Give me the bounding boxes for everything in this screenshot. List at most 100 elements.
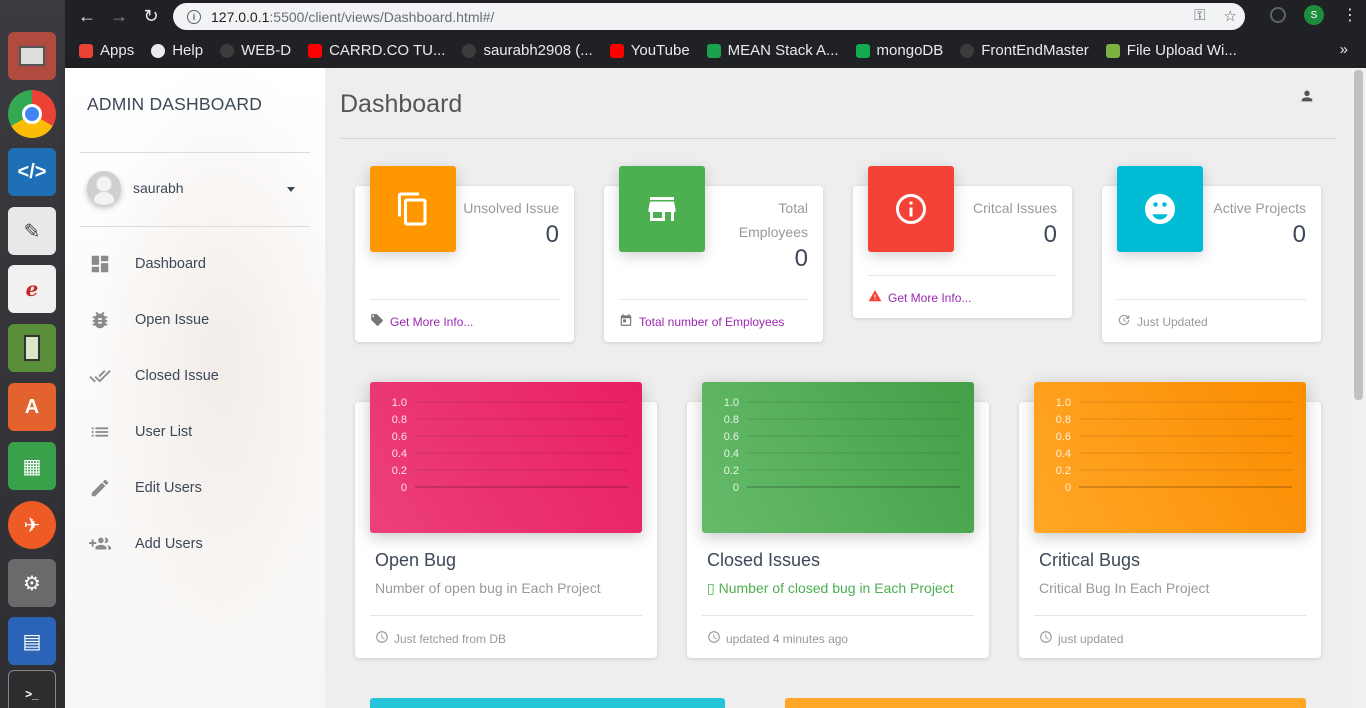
calendar-icon [619, 313, 633, 330]
bookmark-item[interactable]: YouTube [609, 42, 690, 59]
main-content: Dashboard Unsolved Issue 0 Get More Info..… [325, 68, 1351, 708]
avatar [87, 171, 121, 205]
chart-subtitle: ▯ Number of closed bug in Each Project [707, 580, 954, 597]
stat-footer: Just Updated [1117, 299, 1306, 330]
tag-icon [370, 313, 384, 330]
mongodb-leaf-icon [855, 43, 870, 58]
mobile-app-icon[interactable] [6, 322, 58, 374]
chart-card: 1.0 0.8 0.6 0.4 0.2 0 Open Bug Number of open b… [355, 382, 657, 658]
chart-footer: just updated [1034, 615, 1306, 647]
bookmark-label: MEAN Stack A... [727, 42, 839, 59]
stat-card: Unsolved Issue 0 Get More Info... [355, 166, 574, 342]
text-editor-app-icon[interactable]: ✎ [6, 205, 58, 257]
chart-footer-text: just updated [1058, 631, 1124, 646]
bookmark-label: WEB-D [241, 42, 292, 59]
bookmark-label: Help [172, 42, 204, 59]
sidebar-item-label: User List [135, 424, 193, 440]
bookmark-item[interactable]: CARRD.CO TU... [308, 42, 445, 59]
chart-tick-label: 0.2 [724, 465, 739, 477]
stat-card: Critcal Issues 0 Get More Info... [853, 166, 1072, 318]
chart-title: Critical Bugs [1039, 550, 1141, 570]
chart-tick-label: 1.0 [392, 397, 407, 409]
bookmark-item[interactable]: MEAN Stack A... [706, 42, 839, 59]
bookmark-item[interactable]: File Upload Wi... [1105, 42, 1237, 59]
software-center-app-icon[interactable]: A [6, 381, 58, 433]
group-add-icon [87, 533, 113, 555]
sidebar-item-edit-users[interactable]: Edit Users [87, 470, 307, 506]
page-scrollbar[interactable] [1351, 68, 1366, 708]
face-icon [1117, 166, 1203, 252]
bookmark-item[interactable]: Help [151, 42, 203, 59]
back-icon[interactable]: ← [71, 1, 103, 33]
extension-icon[interactable] [1270, 7, 1286, 23]
chart-footer-text: updated 4 minutes ago [726, 631, 849, 646]
scrollbar-thumb[interactable] [1354, 70, 1363, 400]
chart-header: 1.0 0.8 0.6 0.4 0.2 0 [1034, 382, 1306, 533]
sidebar-item-dashboard[interactable]: Dashboard [87, 246, 307, 282]
info-icon [868, 166, 954, 252]
chart-card: 1.0 0.8 0.6 0.4 0.2 0 Closed Issues ▯ Number of… [687, 382, 989, 658]
sidebar-item-closed-issue[interactable]: Closed Issue [87, 358, 307, 394]
person-icon[interactable] [1299, 88, 1315, 109]
chrome-app-icon[interactable] [6, 88, 58, 140]
sidebar-divider [80, 152, 310, 153]
site-info-icon[interactable]: i [187, 9, 201, 24]
forward-icon[interactable]: → [103, 1, 135, 33]
spreadsheet-app-icon[interactable]: ▦ [6, 440, 58, 492]
clock-icon [707, 630, 721, 647]
bookmark-item[interactable]: FrontEndMaster [960, 42, 1089, 59]
github-icon [220, 43, 235, 58]
edit-pencil-icon [87, 477, 113, 499]
chart-footer: Just fetched from DB [370, 615, 642, 647]
brand-title[interactable]: ADMIN DASHBOARD [87, 94, 262, 115]
chevron-down-icon[interactable] [287, 187, 295, 192]
chart-card: 1.0 0.8 0.6 0.4 0.2 0 Critical Bugs Critical Bu… [1019, 382, 1321, 658]
chart-tick-label: 0 [733, 482, 739, 494]
stat-footer[interactable]: Get More Info... [370, 299, 559, 330]
bookmark-label: YouTube [630, 42, 690, 59]
chart-plot: 1.0 0.8 0.6 0.4 0.2 0 [724, 397, 960, 494]
chart-footer-text: Just fetched from DB [394, 631, 507, 646]
chart-subtitle-text: Critical Bug In Each Project [1039, 580, 1210, 596]
chrome-menu-icon[interactable]: ⋮ [1342, 5, 1358, 25]
reload-icon[interactable]: ↻ [135, 1, 167, 33]
profile-avatar[interactable]: S [1304, 5, 1324, 25]
store-icon [619, 166, 705, 252]
terminal-app-icon[interactable]: >_ [6, 668, 58, 708]
bookmark-item[interactable]: mongoDB [855, 42, 944, 59]
bookmark-item[interactable]: Apps [79, 42, 134, 59]
key-icon[interactable]: ⚿ [1194, 7, 1205, 25]
apps-grid-icon [79, 43, 93, 58]
bookmarks-more-icon[interactable]: » [1340, 41, 1348, 58]
sidebar-item-label: Add Users [135, 536, 203, 552]
partial-card-orange [785, 698, 1306, 708]
pdf-viewer-app-icon[interactable]: ℯ [6, 263, 58, 315]
postman-app-icon[interactable]: ✈ [6, 499, 58, 551]
bookmark-label: mongoDB [876, 42, 944, 59]
sidebar-item-add-users[interactable]: Add Users [87, 526, 307, 562]
clock-icon [1039, 630, 1053, 647]
user-menu[interactable]: saurabh [87, 171, 184, 205]
chart-subtitle-text: Number of closed bug in Each Project [718, 580, 954, 596]
clock-icon [375, 630, 389, 647]
sidebar-item-label: Closed Issue [135, 368, 219, 384]
bookmark-star-icon[interactable]: ☆ [1224, 7, 1237, 25]
stat-footer[interactable]: Total number of Employees [619, 299, 808, 330]
bookmark-item[interactable]: saurabh2908 (... [462, 42, 593, 59]
chart-header: 1.0 0.8 0.6 0.4 0.2 0 [702, 382, 974, 533]
writer-app-icon[interactable]: ▤ [6, 615, 58, 667]
globe-icon [151, 43, 166, 58]
stat-footer-text: Get More Info... [888, 290, 972, 305]
bookmark-item[interactable]: WEB-D [220, 42, 291, 59]
stat-footer[interactable]: Get More Info... [868, 275, 1057, 306]
stat-category: Unsolved Issue [463, 200, 559, 216]
chart-tick-label: 1.0 [724, 397, 739, 409]
files-app-icon[interactable] [6, 30, 58, 82]
vscode-app-icon[interactable]: </> [6, 146, 58, 198]
chart-tick-label: 0 [401, 482, 407, 494]
sidebar-item-user-list[interactable]: User List [87, 414, 307, 450]
address-bar[interactable]: i 127.0.0.1:5500/client/views/Dashboard.… [173, 3, 1245, 30]
settings-app-icon[interactable]: ⚙ [6, 557, 58, 609]
sidebar-item-open-issue[interactable]: Open Issue [87, 302, 307, 338]
chart-subtitle-prefix: ▯ [707, 580, 719, 596]
